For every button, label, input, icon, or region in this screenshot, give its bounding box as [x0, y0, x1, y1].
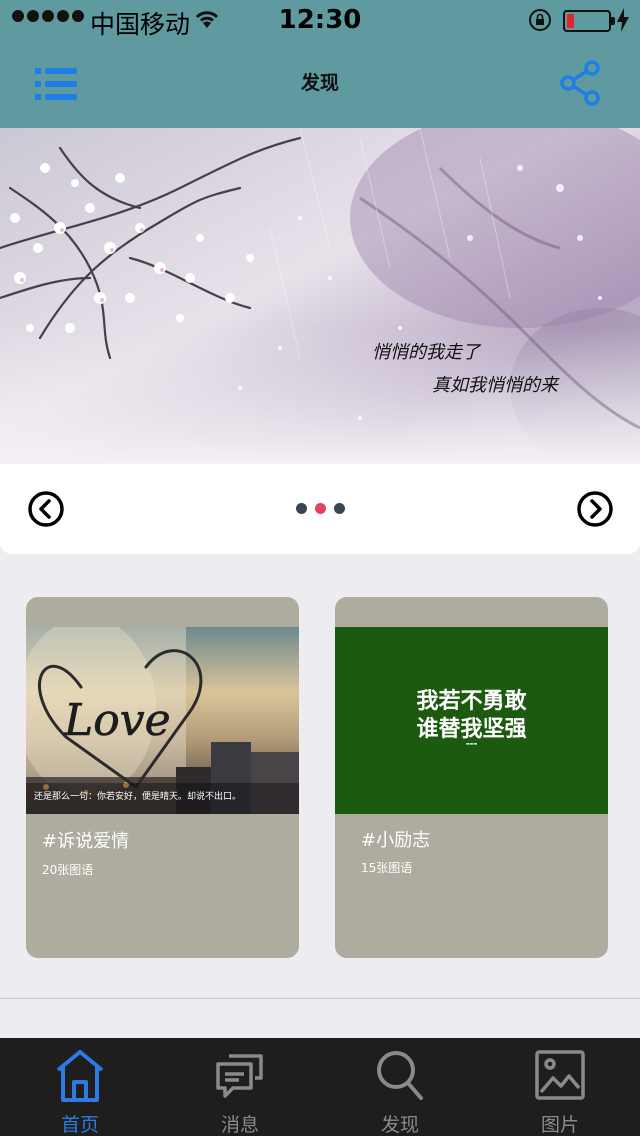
banner-caption-line1: 悄悄的我走了 [372, 342, 480, 363]
charging-icon [617, 8, 629, 32]
card-title: #诉说爱情 [42, 831, 130, 852]
card-title: #小励志 [361, 830, 431, 851]
battery-icon [563, 10, 615, 32]
status-bar: 中国移动 12:30 [0, 0, 640, 40]
tab-bar: 首页 消息 发现 图片 [0, 1038, 640, 1136]
image-icon [535, 1050, 585, 1100]
card-image-love: Love 还是那么一句：你若安好，便是晴天。却说不出口。 [26, 627, 299, 814]
page-dot[interactable] [315, 503, 326, 514]
search-icon [377, 1051, 423, 1100]
tab-discover[interactable]: 发现 [320, 1038, 480, 1136]
card-count: 15张图语 [361, 861, 413, 875]
share-icon[interactable] [558, 60, 604, 106]
list-icon[interactable] [33, 64, 79, 104]
love-window-illustration: Love [26, 627, 299, 814]
navigation-bar: 发现 [0, 40, 640, 128]
divider [0, 998, 640, 999]
tab-label: 发现 [380, 1114, 419, 1136]
category-card-motivation[interactable]: 我若不勇敢 谁替我坚强 ▬▬▬ #小励志 15张图语 [335, 597, 608, 958]
tab-pictures[interactable]: 图片 [480, 1038, 640, 1136]
card-count: 20张图语 [42, 863, 94, 877]
battery-level [567, 14, 574, 28]
page-dot[interactable] [334, 503, 345, 514]
tab-label: 图片 [540, 1114, 579, 1136]
previous-arrow-icon[interactable] [27, 490, 65, 528]
tab-home[interactable]: 首页 [0, 1038, 160, 1136]
card-image-motivation: 我若不勇敢 谁替我坚强 ▬▬▬ [335, 627, 608, 814]
plum-blossom-illustration [0, 128, 640, 464]
carousel-controls [0, 464, 640, 554]
tab-messages[interactable]: 消息 [160, 1038, 320, 1136]
card-image-caption: 还是那么一句：你若安好，便是晴天。却说不出口。 [34, 792, 242, 802]
banner-caption-line2: 真如我悄悄的来 [432, 375, 558, 396]
category-card-love[interactable]: Love 还是那么一句：你若安好，便是晴天。却说不出口。 #诉说爱情 20张图语 [26, 597, 299, 958]
message-icon [216, 1054, 263, 1098]
banner-image[interactable]: 悄悄的我走了 真如我悄悄的来 [0, 128, 640, 464]
poster-text-line2: 谁替我坚强 [416, 717, 527, 742]
svg-text:Love: Love [63, 695, 171, 746]
page-dot[interactable] [296, 503, 307, 514]
poster-fine-print: ▬▬▬ [465, 741, 478, 746]
tab-label: 消息 [220, 1114, 259, 1136]
tab-label: 首页 [60, 1114, 99, 1136]
rotation-lock-icon [529, 9, 551, 31]
home-icon [56, 1050, 104, 1102]
page-title: 发现 [300, 72, 339, 94]
next-arrow-icon[interactable] [576, 490, 614, 528]
page-indicator [296, 503, 345, 514]
